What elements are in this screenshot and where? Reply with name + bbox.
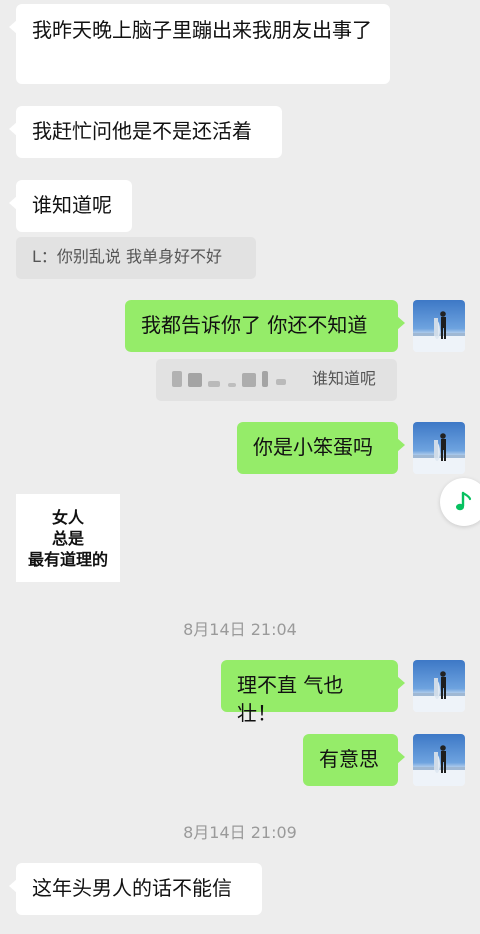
music-note-icon xyxy=(456,491,472,511)
timestamp: 8月14日 21:09 xyxy=(183,823,297,842)
timestamp: 8月14日 21:04 xyxy=(183,620,297,639)
message-text: 理不直 气也壮！ xyxy=(237,673,344,725)
sticker-line: 总是 xyxy=(51,528,84,548)
blurred-sender-name xyxy=(242,373,256,387)
sticker-line: 女人 xyxy=(51,507,84,527)
quote-sender: L： xyxy=(32,247,57,266)
message-text: 我都告诉你了 你还不知道 xyxy=(141,313,368,337)
message-text: 这年头男人的话不能信 xyxy=(32,876,232,900)
outgoing-message[interactable]: 有意思 xyxy=(303,734,405,786)
blurred-sender-name xyxy=(228,383,236,387)
avatar[interactable] xyxy=(413,734,465,786)
message-text: 你是小笨蛋吗 xyxy=(253,435,373,459)
sticker-message[interactable]: 女人 总是 最有道理的 xyxy=(16,494,120,582)
sticker-line: 最有道理的 xyxy=(27,549,108,569)
message-text: 有意思 xyxy=(319,747,379,771)
blurred-sender-name xyxy=(188,373,202,387)
quote-text: 你别乱说 我单身好不好 xyxy=(56,247,223,266)
outgoing-message[interactable]: 我都告诉你了 你还不知道 xyxy=(125,300,405,352)
avatar-image xyxy=(413,433,465,474)
incoming-message[interactable]: 这年头男人的话不能信 xyxy=(9,863,262,915)
avatar[interactable] xyxy=(413,422,465,474)
avatar[interactable] xyxy=(413,300,465,352)
blurred-sender-name xyxy=(208,381,220,387)
incoming-message[interactable]: 谁知道呢 xyxy=(9,180,132,232)
incoming-message[interactable]: 我昨天晚上脑子里蹦出来我朋友出事了 xyxy=(9,4,390,84)
blurred-sender-name xyxy=(276,379,286,385)
message-text: 我赶忙问他是不是还活着 xyxy=(32,119,252,143)
outgoing-message[interactable]: 你是小笨蛋吗 xyxy=(237,422,405,474)
outgoing-message[interactable]: 理不直 气也壮！ xyxy=(221,660,405,725)
incoming-message[interactable]: 我赶忙问他是不是还活着 xyxy=(9,106,282,158)
avatar-image xyxy=(413,311,465,352)
avatar[interactable] xyxy=(413,660,465,712)
quote-text: 谁知道呢 xyxy=(312,369,377,388)
message-text: 谁知道呢 xyxy=(32,193,112,217)
blurred-sender-name xyxy=(262,371,268,387)
avatar-image xyxy=(413,671,465,712)
quoted-message[interactable]: 谁知道呢 xyxy=(156,359,397,401)
blurred-sender-name xyxy=(172,371,182,387)
quoted-message[interactable]: L：你别乱说 我单身好不好 xyxy=(16,237,256,279)
message-text: 我昨天晚上脑子里蹦出来我朋友出事了 xyxy=(32,18,372,42)
music-float-button[interactable] xyxy=(440,478,480,526)
avatar-image xyxy=(413,745,465,786)
